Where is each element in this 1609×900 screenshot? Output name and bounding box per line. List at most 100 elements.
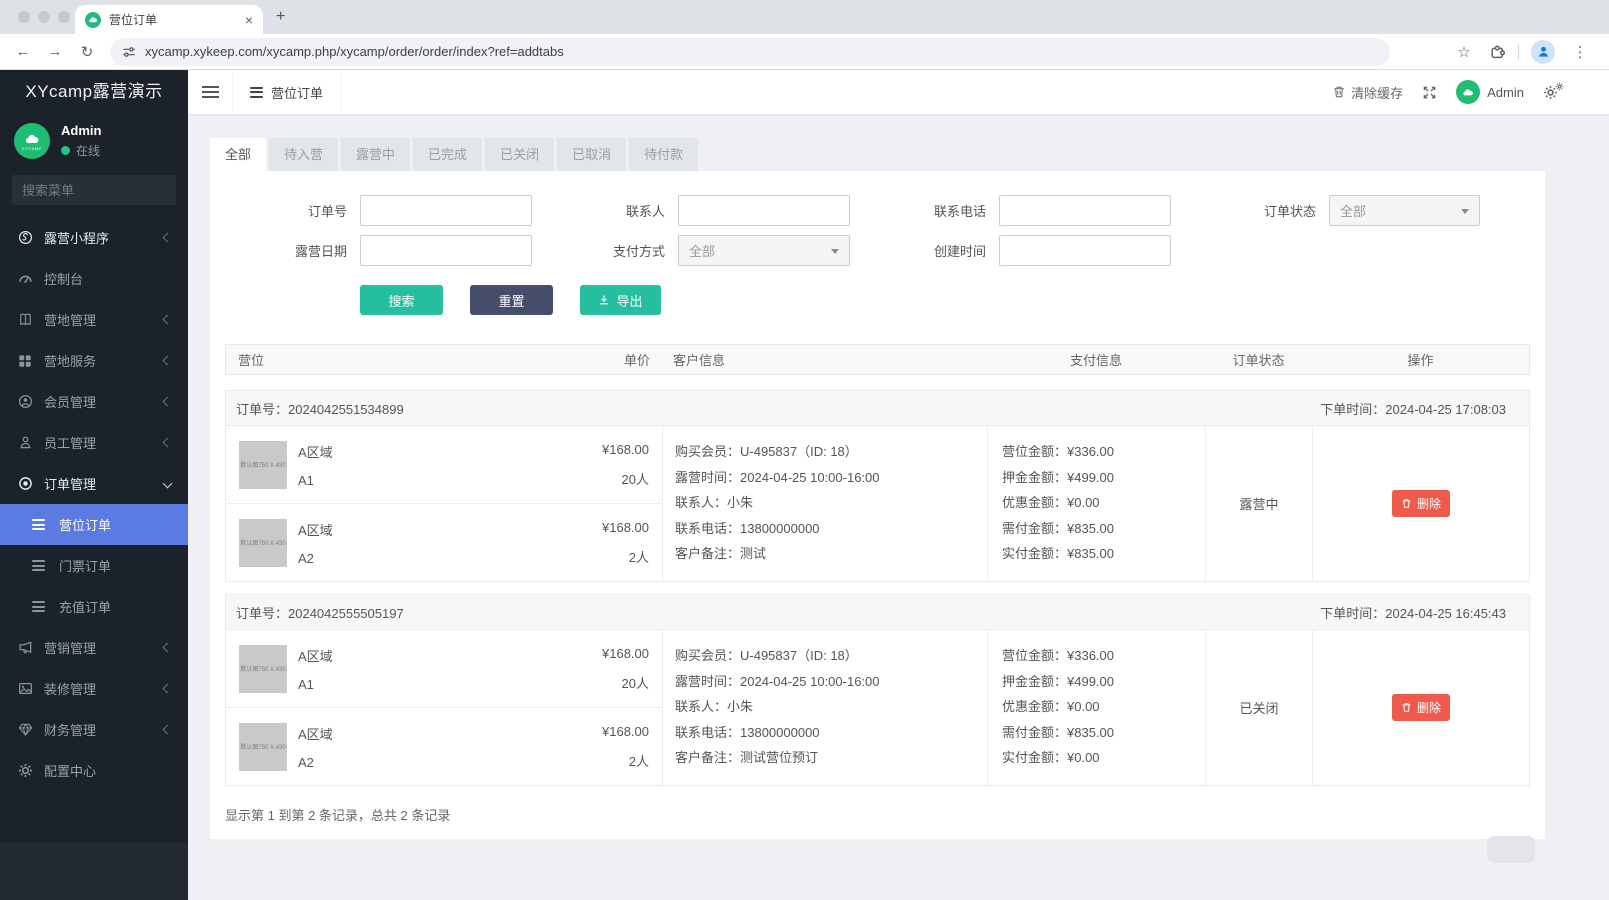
window-controls[interactable]: [18, 11, 70, 23]
order-card-header: 订单号：2024042555505197 下单时间：2024-04-25 16:…: [225, 594, 1530, 630]
caret-down-icon: [831, 249, 839, 254]
contact-input[interactable]: [678, 195, 850, 226]
status-tabs: 全部 待入营 露营中 已完成 已关闭 已取消 待付款: [210, 138, 1609, 171]
item-price: ¥168.00: [602, 645, 649, 661]
created-at-input[interactable]: [999, 235, 1171, 266]
order-status-select[interactable]: 全部: [1329, 195, 1480, 226]
camp-date-input[interactable]: [360, 235, 532, 266]
mini-program-icon: [17, 230, 33, 245]
order-no-input[interactable]: [360, 195, 532, 226]
records-summary: 显示第 1 到第 2 条记录，总共 2 条记录: [225, 808, 451, 823]
item-people: 2人: [628, 753, 649, 769]
sidebar-footer: [0, 843, 188, 900]
url-bar[interactable]: xycamp.xykeep.com/xycamp.php/xycamp/orde…: [110, 37, 1390, 66]
user-avatar[interactable]: XYCAMP: [14, 123, 50, 159]
order-no-label: 订单号: [307, 204, 347, 219]
item-thumbnail: 默认图750 X 430: [239, 644, 287, 693]
person-icon: [1538, 46, 1548, 57]
phone-input[interactable]: [999, 195, 1171, 226]
profile-avatar[interactable]: [1531, 39, 1555, 64]
sidebar-toggle-button[interactable]: [188, 86, 232, 98]
order-items-cell: 默认图750 X 430 A区域 A1 ¥168.00 20人 默认图750 X…: [226, 630, 662, 785]
grid-icon: [17, 354, 33, 368]
tab-camping[interactable]: 露营中: [341, 138, 411, 171]
download-icon: [600, 295, 609, 305]
delete-button[interactable]: 删除: [1391, 694, 1450, 721]
sidebar-item-camp-services[interactable]: 营地服务: [0, 340, 188, 381]
trash-icon: [1402, 703, 1411, 712]
list-icon: [32, 519, 48, 530]
extensions-icon[interactable]: [1489, 43, 1506, 60]
item-thumbnail: 默认图750 X 430: [239, 518, 287, 567]
tab-unpaid[interactable]: 待付款: [629, 138, 699, 171]
new-tab-button[interactable]: +: [276, 8, 285, 26]
window-close-icon[interactable]: [18, 11, 30, 23]
payment-info-cell: 营位金额：¥336.00 押金金额：¥499.00 优惠金额：¥0.00 需付金…: [987, 630, 1205, 785]
menu-search: [12, 175, 198, 205]
tab-all[interactable]: 全部: [210, 138, 267, 171]
browser-toolbar: ← → ↻ xycamp.xykeep.com/xycamp.php/xycam…: [0, 34, 1609, 70]
sidebar-item-recharge-orders[interactable]: 充值订单: [0, 586, 188, 627]
column-header-customer: 客户信息: [673, 353, 726, 368]
search-button[interactable]: 搜索: [360, 285, 443, 315]
tab-pending-checkin[interactable]: 待入营: [269, 138, 339, 171]
created-at-label: 创建时间: [933, 244, 986, 259]
sidebar-item-camp-management[interactable]: 营地管理: [0, 299, 188, 340]
gem-icon: [17, 722, 33, 737]
sidebar-item-config-center[interactable]: 配置中心: [0, 750, 188, 791]
sidebar-item-ticket-orders[interactable]: 门票订单: [0, 545, 188, 586]
contact-label: 联系人: [625, 204, 665, 219]
phone-label: 联系电话: [933, 204, 986, 219]
sidebar-item-decoration-management[interactable]: 装修管理: [0, 668, 188, 709]
sidebar-item-camp-orders[interactable]: 营位订单: [0, 504, 188, 545]
top-navbar: 营位订单 清除缓存 Admin: [188, 70, 1609, 114]
item-price: ¥168.00: [602, 441, 649, 457]
item-zone: A区域: [298, 648, 333, 664]
site-settings-icon[interactable]: [122, 45, 136, 59]
browser-menu-icon[interactable]: ⋮: [1567, 43, 1593, 61]
sidebar-item-dashboard[interactable]: 控制台: [0, 258, 188, 299]
sidebar-item-mini-program[interactable]: 露营小程序: [0, 217, 188, 258]
forward-icon[interactable]: →: [42, 43, 68, 60]
sidebar-item-order-management[interactable]: 订单管理: [0, 463, 188, 504]
window-zoom-icon[interactable]: [58, 11, 70, 23]
tab-completed[interactable]: 已完成: [413, 138, 483, 171]
settings-cogs-icon[interactable]: [1543, 82, 1564, 100]
tab-closed[interactable]: 已关闭: [485, 138, 555, 171]
topbar-tab-camp-orders[interactable]: 营位订单: [232, 70, 342, 114]
column-header-unit-price: 单价: [623, 353, 650, 368]
sidebar-item-member-management[interactable]: 会员管理: [0, 381, 188, 422]
reset-button[interactable]: 重置: [470, 285, 553, 315]
window-minimize-icon[interactable]: [38, 11, 50, 23]
avatar-logo-text: XYCAMP: [22, 145, 42, 151]
column-header-actions: 操作: [1407, 353, 1434, 368]
pay-method-select[interactable]: 全部: [678, 235, 850, 266]
item-row: 默认图750 X 430 A区域 A2 ¥168.00 2人: [226, 707, 662, 785]
navbar-user-menu[interactable]: Admin: [1456, 80, 1524, 104]
reload-icon[interactable]: ↻: [74, 43, 100, 61]
delete-button[interactable]: 删除: [1391, 490, 1450, 517]
item-thumbnail: 默认图750 X 430: [239, 722, 287, 771]
user-circle-icon: [17, 394, 33, 409]
customer-info-cell: 购买会员：U-495837（ID: 18） 露营时间：2024-04-25 10…: [662, 630, 987, 785]
back-to-top-button[interactable]: [1487, 836, 1535, 863]
item-price: ¥168.00: [602, 519, 649, 535]
pay-method-label: 支付方式: [612, 244, 665, 259]
sidebar-item-staff-management[interactable]: 员工管理: [0, 422, 188, 463]
column-header-camp: 营位: [238, 353, 265, 368]
fullscreen-icon[interactable]: [1422, 85, 1437, 100]
item-zone: A区域: [298, 726, 333, 742]
list-icon: [250, 86, 263, 98]
tab-close-icon[interactable]: ×: [245, 12, 253, 28]
tab-cancelled[interactable]: 已取消: [557, 138, 627, 171]
clear-cache-button[interactable]: 清除缓存: [1332, 83, 1403, 102]
browser-tab[interactable]: 营位订单 ×: [75, 5, 263, 34]
back-icon[interactable]: ←: [10, 43, 36, 60]
menu-search-input[interactable]: [22, 182, 198, 198]
sidebar-item-marketing-management[interactable]: 营销管理: [0, 627, 188, 668]
bookmark-star-icon[interactable]: ☆: [1451, 43, 1477, 61]
sidebar-item-finance-management[interactable]: 财务管理: [0, 709, 188, 750]
column-header-payment: 支付信息: [1069, 353, 1122, 368]
megaphone-icon: [17, 640, 33, 655]
export-button[interactable]: 导出: [580, 285, 661, 315]
